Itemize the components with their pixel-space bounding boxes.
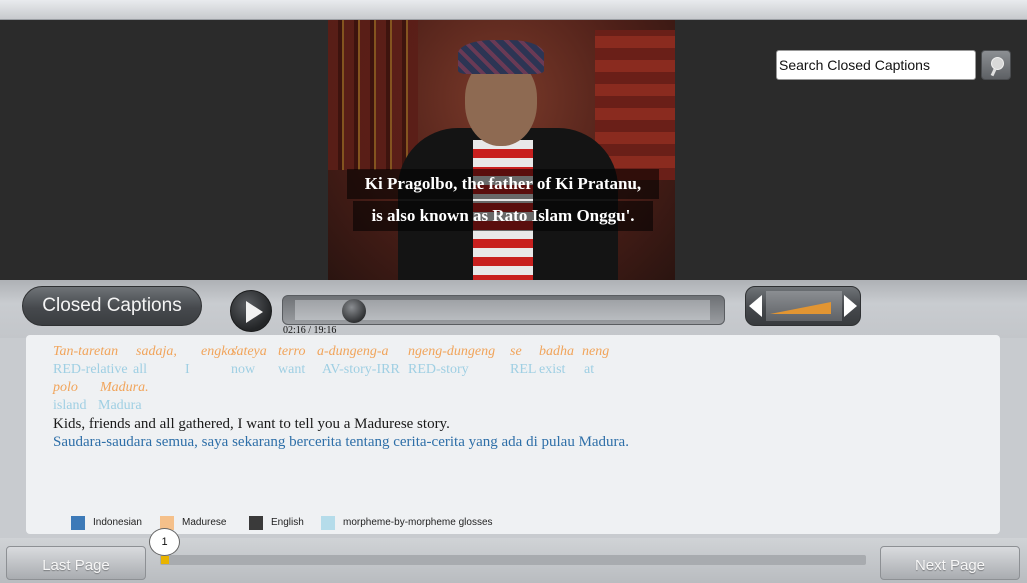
legend-label: morpheme-by-morpheme glosses (343, 517, 493, 528)
search-button[interactable] (981, 50, 1011, 80)
madurese-word: se (510, 344, 522, 359)
volume-control[interactable] (745, 286, 861, 326)
progress-bar[interactable] (282, 295, 725, 325)
play-button[interactable] (230, 290, 272, 332)
gloss-word: RED-story (408, 362, 469, 377)
search-icon-handle (990, 68, 997, 77)
legend-swatch (71, 516, 85, 530)
volume-up-icon[interactable] (844, 295, 857, 317)
madurese-word: badha (539, 344, 574, 359)
volume-down-icon[interactable] (749, 295, 762, 317)
legend-swatch (321, 516, 335, 530)
madurese-word: a-dungeng-a (317, 344, 389, 359)
play-icon (246, 301, 263, 323)
page-slider[interactable] (160, 555, 866, 565)
video-subtitle: Ki Pragolbo, the father of Ki Pratanu, i… (340, 168, 666, 232)
video-stage: Search Closed Captions (0, 20, 1027, 280)
subtitle-line-2: is also known as Rato Islam Onggu'. (353, 201, 653, 231)
madurese-word: ngeng-dungeng (408, 344, 496, 359)
legend-label: Indonesian (93, 517, 142, 528)
gloss-word: at (584, 362, 595, 377)
page-number-badge: 1 (149, 528, 180, 556)
gloss-word: AV-story-IRR (322, 362, 400, 377)
progress-handle[interactable] (341, 299, 366, 323)
window-top-bar (0, 0, 1027, 20)
english-caption: Kids, friends and all gathered, I want t… (53, 416, 450, 432)
gloss-word: Madura (98, 398, 142, 413)
gloss-word: I (185, 362, 190, 377)
last-page-button[interactable]: Last Page (6, 546, 146, 580)
madurese-word: sateya (231, 344, 267, 359)
gloss-word: now (231, 362, 256, 377)
search-input[interactable]: Search Closed Captions (776, 50, 976, 80)
video-backdrop-left (328, 20, 418, 170)
video-person-cap (458, 40, 544, 74)
video-frame[interactable] (328, 20, 675, 280)
volume-wedge-icon (770, 302, 831, 314)
madurese-word: neng (582, 344, 610, 359)
legend-label: English (271, 517, 304, 528)
gloss-word: exist (539, 362, 566, 377)
next-page-button[interactable]: Next Page (880, 546, 1020, 580)
indonesian-caption: Saudara-saudara semua, saya sekarang ber… (53, 434, 629, 450)
captions-panel: Tan-taretan sadaja, engko' sateya terro … (26, 335, 1000, 534)
gloss-word: island (53, 398, 87, 413)
gloss-word: all (133, 362, 147, 377)
volume-level[interactable] (766, 291, 842, 321)
gloss-word: want (278, 362, 306, 377)
madurese-word: terro (278, 344, 306, 359)
closed-captions-button[interactable]: Closed Captions (22, 286, 202, 326)
gloss-word: RED-relative (53, 362, 128, 377)
legend-label: Madurese (182, 517, 227, 528)
madurese-word: sadaja, (136, 344, 177, 359)
madurese-word: Tan-taretan (53, 344, 119, 359)
madurese-word: polo (53, 380, 78, 395)
page-slider-handle[interactable] (161, 556, 169, 564)
subtitle-line-1: Ki Pragolbo, the father of Ki Pratanu, (346, 169, 660, 199)
gloss-word: REL (510, 362, 537, 377)
legend-swatch (249, 516, 263, 530)
madurese-word: Madura. (100, 380, 149, 395)
